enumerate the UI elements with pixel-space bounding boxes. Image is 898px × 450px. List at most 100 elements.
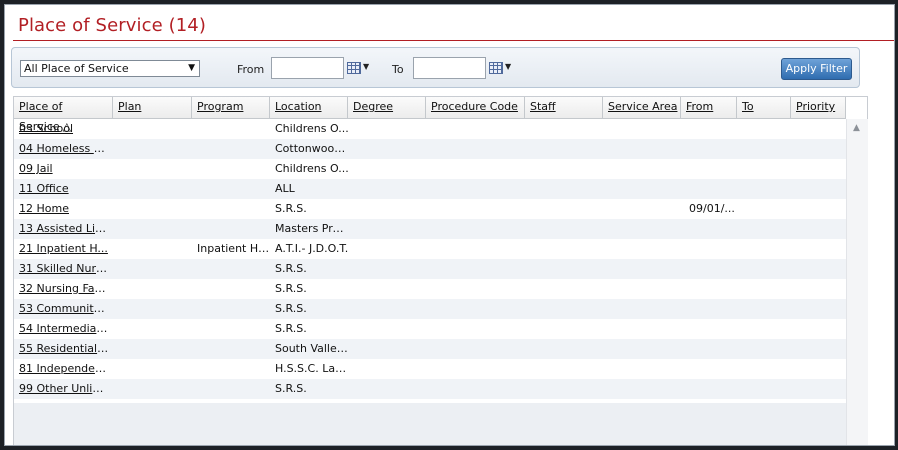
vertical-scrollbar[interactable]: ▲: [846, 119, 868, 445]
cell-from: [689, 219, 739, 239]
cell-location: Childrens O...: [275, 162, 349, 175]
cell-location: S.R.S.: [275, 322, 307, 335]
chevron-down-icon: ▼: [188, 63, 195, 73]
table-row[interactable]: 54 Intermediat... S.R.S.: [14, 319, 846, 339]
cell-place-of-service[interactable]: 55 Residential ...: [19, 339, 109, 359]
grid-rows: 03 School Childrens O... 04 Homeless S... C…: [14, 119, 846, 399]
table-row[interactable]: 03 School Childrens O...: [14, 119, 846, 139]
cell-place-of-service[interactable]: 13 Assisted Liv...: [19, 219, 109, 239]
cell-from: 09/01/...: [689, 202, 735, 215]
cell-from: [689, 159, 739, 179]
cell-program: [197, 139, 271, 159]
cell-program: [197, 119, 271, 139]
cell-program: [197, 259, 271, 279]
cell-plan: [118, 179, 192, 199]
cell-plan: [118, 319, 192, 339]
cell-place-of-service[interactable]: 09 Jail: [19, 159, 109, 179]
to-date-input[interactable]: [413, 57, 486, 79]
column-header-to[interactable]: To: [737, 97, 791, 118]
cell-from: [689, 379, 739, 399]
cell-place-of-service[interactable]: 12 Home: [19, 199, 109, 219]
column-header-degree[interactable]: Degree: [348, 97, 426, 118]
cell-program: [197, 359, 271, 379]
cell-from: [689, 179, 739, 199]
cell-program: [197, 299, 271, 319]
column-header-plan[interactable]: Plan: [113, 97, 192, 118]
table-row[interactable]: 04 Homeless S... Cottonwood...: [14, 139, 846, 159]
cell-location: Childrens O...: [275, 122, 349, 135]
cell-program: Inpatient Ho...: [197, 242, 271, 255]
place-select-value: All Place of Service: [24, 62, 129, 75]
cell-place-of-service[interactable]: 81 Independen...: [19, 359, 109, 379]
cell-from: [689, 259, 739, 279]
title-divider: [13, 40, 894, 41]
cell-place-of-service[interactable]: 21 Inpatient H...: [19, 239, 109, 259]
place-of-service-select[interactable]: All Place of Service ▼: [20, 60, 200, 77]
cell-plan: [118, 379, 192, 399]
cell-plan: [118, 259, 192, 279]
column-header-staff[interactable]: Staff: [525, 97, 603, 118]
cell-place-of-service[interactable]: 54 Intermediat...: [19, 319, 109, 339]
column-header-priority[interactable]: Priority: [791, 97, 846, 118]
cell-program: [197, 319, 271, 339]
cell-program: [197, 159, 271, 179]
cell-program: [197, 339, 271, 359]
column-header-from[interactable]: From: [681, 97, 737, 118]
cell-plan: [118, 359, 192, 379]
cell-plan: [118, 139, 192, 159]
table-row[interactable]: 32 Nursing Fac... S.R.S.: [14, 279, 846, 299]
cell-program: [197, 379, 271, 399]
from-label: From: [237, 63, 265, 76]
cell-from: [689, 139, 739, 159]
table-row[interactable]: 21 Inpatient H... Inpatient Ho... A.T.I.- …: [14, 239, 846, 259]
table-row[interactable]: 99 Other Unlist... S.R.S.: [14, 379, 846, 399]
cell-place-of-service[interactable]: 31 Skilled Nurs...: [19, 259, 109, 279]
cell-place-of-service[interactable]: 53 Community ...: [19, 299, 109, 319]
cell-location: Masters Pro...: [275, 222, 349, 235]
cell-from: [689, 319, 739, 339]
cell-place-of-service[interactable]: 99 Other Unlist...: [19, 379, 109, 399]
table-row[interactable]: 81 Independen... H.S.S.C. Lab ...: [14, 359, 846, 379]
filter-panel: All Place of Service ▼ From ▼ To ▼ Apply…: [11, 47, 860, 88]
column-header-location[interactable]: Location: [270, 97, 348, 118]
place-of-service-window: Place of Service (14) All Place of Servi…: [4, 4, 895, 446]
column-header-service-area[interactable]: Service Area: [603, 97, 681, 118]
table-row[interactable]: 13 Assisted Liv... Masters Pro...: [14, 219, 846, 239]
column-header-place-of-service[interactable]: Place of Service △: [14, 97, 113, 133]
cell-plan: [118, 239, 192, 259]
cell-place-of-service[interactable]: 03 School: [19, 119, 109, 139]
table-row[interactable]: 53 Community ... S.R.S.: [14, 299, 846, 319]
cell-place-of-service[interactable]: 32 Nursing Fac...: [19, 279, 109, 299]
column-header-program[interactable]: Program: [192, 97, 270, 118]
table-row[interactable]: 09 Jail Childrens O...: [14, 159, 846, 179]
cell-location: H.S.S.C. Lab ...: [275, 362, 349, 375]
from-date-input[interactable]: [271, 57, 344, 79]
cell-plan: [118, 199, 192, 219]
cell-from: [689, 299, 739, 319]
table-row[interactable]: 11 Office ALL: [14, 179, 846, 199]
cell-location: S.R.S.: [275, 262, 307, 275]
to-calendar-icon[interactable]: ▼: [489, 61, 513, 75]
table-row[interactable]: 12 Home S.R.S. 09/01/...: [14, 199, 846, 219]
cell-from: [689, 339, 739, 359]
cell-program: [197, 279, 271, 299]
cell-place-of-service[interactable]: 04 Homeless S...: [19, 139, 109, 159]
cell-location: S.R.S.: [275, 302, 307, 315]
place-of-service-grid: Place of Service △ Plan Program Location …: [13, 96, 868, 445]
cell-place-of-service[interactable]: 11 Office: [19, 179, 109, 199]
cell-location: ALL: [275, 182, 295, 195]
cell-plan: [118, 299, 192, 319]
column-header-procedure-code[interactable]: Procedure Code: [426, 97, 525, 118]
scroll-up-arrow-icon[interactable]: ▲: [853, 123, 860, 133]
cell-plan: [118, 159, 192, 179]
cell-program: [197, 199, 271, 219]
cell-plan: [118, 219, 192, 239]
apply-filter-button[interactable]: Apply Filter: [781, 58, 852, 80]
cell-location: S.R.S.: [275, 382, 307, 395]
table-row[interactable]: 31 Skilled Nurs... S.R.S.: [14, 259, 846, 279]
from-calendar-icon[interactable]: ▼: [347, 61, 371, 75]
cell-program: [197, 219, 271, 239]
cell-plan: [118, 119, 192, 139]
table-row[interactable]: 55 Residential ... South Valley...: [14, 339, 846, 359]
cell-location: Cottonwood...: [275, 142, 349, 155]
